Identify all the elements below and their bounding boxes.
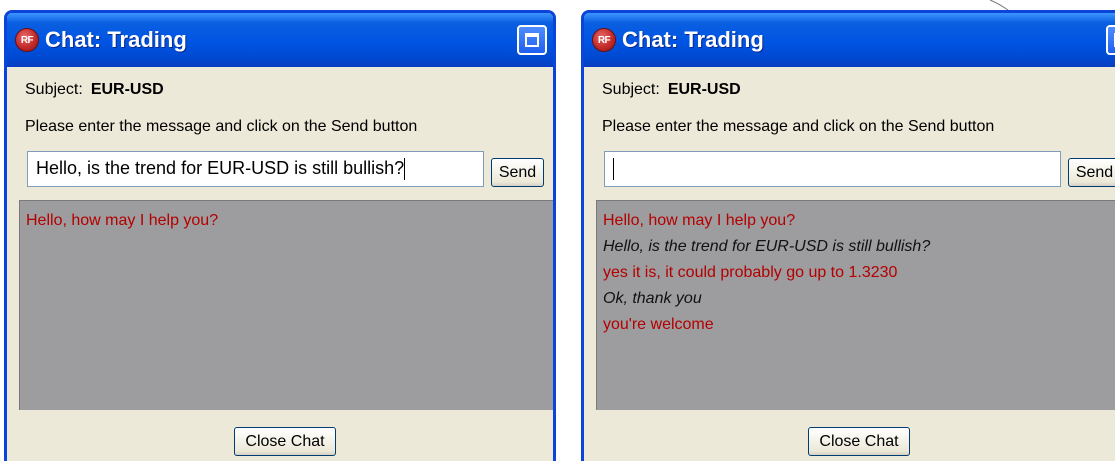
instruction-text: Please enter the message and click on th… bbox=[602, 118, 995, 135]
window-content: Subject: EUR-USD Please enter the message… bbox=[7, 67, 553, 461]
maximize-button[interactable] bbox=[517, 25, 547, 55]
app-logo-icon: RF bbox=[592, 28, 616, 52]
chat-message-agent: you're welcome bbox=[603, 316, 714, 333]
title-bar[interactable]: RF Chat: Trading bbox=[7, 13, 553, 67]
window-title: Chat: Trading bbox=[45, 27, 187, 52]
chat-message-user: Ok, thank you bbox=[603, 290, 702, 307]
text-caret bbox=[613, 158, 614, 181]
text-caret bbox=[404, 158, 406, 181]
close-chat-button[interactable]: Close Chat bbox=[808, 427, 910, 456]
message-input-value: Hello, is the trend for EUR-USD is still… bbox=[36, 158, 405, 178]
maximize-button[interactable] bbox=[1106, 25, 1115, 55]
app-logo-icon: RF bbox=[15, 28, 39, 52]
chat-message-agent: Hello, how may I help you? bbox=[603, 212, 796, 229]
subject-row: Subject: EUR-USD bbox=[25, 81, 164, 99]
chat-message-agent: yes it is, it could probably go up to 1.… bbox=[603, 264, 898, 281]
subject-value: EUR-USD bbox=[90, 81, 164, 98]
subject-row: Subject: EUR-USD bbox=[602, 81, 741, 99]
close-chat-button[interactable]: Close Chat bbox=[234, 427, 336, 456]
subject-label: Subject: bbox=[602, 81, 660, 98]
send-button[interactable]: Send bbox=[1068, 158, 1115, 187]
message-input[interactable]: Hello, is the trend for EUR-USD is still… bbox=[27, 151, 484, 187]
chat-message-agent: Hello, how may I help you? bbox=[26, 212, 219, 229]
chat-window-left: RF Chat: Trading Subject: EUR-USD Please … bbox=[4, 10, 556, 461]
subject-label: Subject: bbox=[25, 81, 83, 98]
title-bar[interactable]: RF Chat: Trading bbox=[584, 13, 1115, 67]
send-button[interactable]: Send bbox=[491, 158, 544, 187]
chat-log[interactable]: Hello, how may I help you? bbox=[19, 200, 553, 410]
window-content: Subject: EUR-USD Please enter the message… bbox=[584, 67, 1115, 461]
chat-window-right: RF Chat: Trading Subject: EUR-USD Please … bbox=[581, 10, 1115, 461]
subject-value: EUR-USD bbox=[667, 81, 741, 98]
instruction-text: Please enter the message and click on th… bbox=[25, 118, 418, 135]
window-title: Chat: Trading bbox=[622, 27, 764, 52]
message-input[interactable] bbox=[604, 151, 1061, 187]
maximize-icon bbox=[525, 33, 539, 47]
chat-message-user: Hello, is the trend for EUR-USD is still… bbox=[603, 238, 931, 255]
chat-log[interactable]: Hello, how may I help you? Hello, is the… bbox=[596, 200, 1115, 410]
